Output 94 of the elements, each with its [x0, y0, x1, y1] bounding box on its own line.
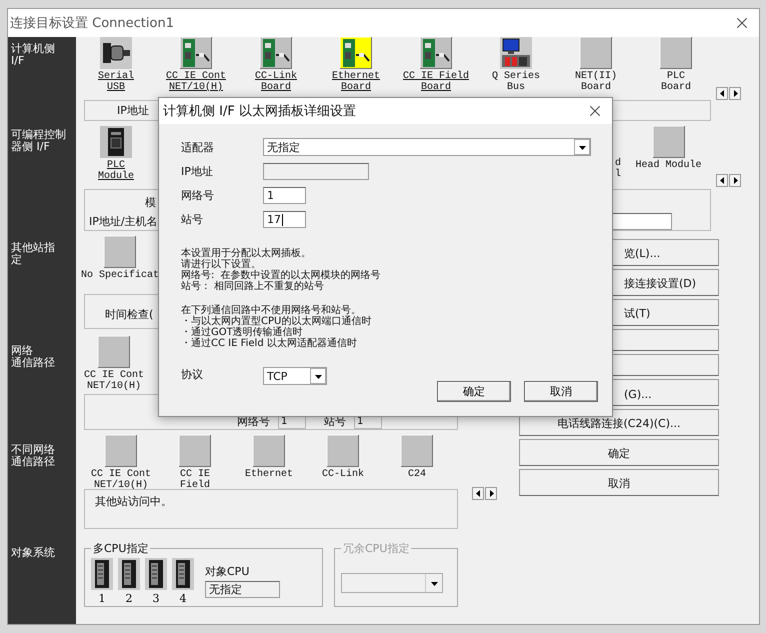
interface-option[interactable]: CC-Link Board — [236, 37, 316, 93]
dropdown-arrow-icon — [314, 372, 322, 380]
cut-label: d l — [614, 158, 621, 180]
target-cpu-label: 对象CPU — [205, 564, 250, 579]
side-button[interactable]: 取消 — [519, 469, 719, 496]
input-field[interactable]: 17 — [263, 211, 306, 228]
blank-tile-icon — [98, 336, 130, 368]
sidebar-label: 通信路径 — [11, 456, 56, 468]
sidebar-label: 计算机侧 — [11, 43, 56, 55]
sidebar-label: 通信路径 — [11, 357, 56, 369]
note-line: 网络号: 在参数中设置的以太网模块的网络号 — [181, 270, 382, 281]
timeout-label: 时间检查( — [105, 307, 154, 322]
interface-option[interactable]: CC IE Cont NET/10(H) — [84, 435, 158, 491]
blank-tile-icon — [179, 435, 211, 467]
note-line: 站号 : 相同回路上不重复的站号 — [181, 281, 325, 292]
note-line: 请进行以下设置。 — [181, 259, 261, 270]
field-label: 站号 — [181, 212, 204, 227]
scroll-left-button[interactable] — [716, 174, 728, 187]
sidebar-label: 对象系统 — [11, 547, 56, 559]
cpu-button[interactable]: 1 — [91, 558, 113, 605]
input-field[interactable]: 1 — [263, 187, 306, 204]
left-triangle-icon — [718, 177, 726, 184]
blank-tile-icon — [652, 126, 684, 158]
interface-option[interactable]: CC IE Field — [158, 435, 232, 491]
group-title: 冗余CPU指定 — [342, 541, 410, 556]
interface-option[interactable]: PLC Board — [636, 37, 716, 93]
interface-option[interactable]: CC IE Field Board — [396, 37, 476, 93]
scroll-right-button[interactable] — [729, 87, 741, 100]
sidebar-label: 网络 — [11, 345, 34, 357]
text-cursor — [282, 214, 283, 226]
cpu-button[interactable]: 2 — [118, 558, 140, 605]
dropdown-arrow-icon — [578, 144, 586, 150]
target-cpu-field: 无指定 — [205, 581, 280, 598]
connector-icon — [100, 37, 132, 69]
scroll-right-button[interactable] — [729, 174, 741, 187]
interface-option[interactable]: Head Module — [621, 126, 716, 171]
interface-option[interactable]: Serial USB — [76, 37, 156, 93]
right-triangle-icon — [732, 90, 738, 97]
sidebar-label: 其他站指 — [11, 242, 56, 254]
blank-tile-icon — [104, 236, 136, 268]
note-line: ・通过CC IE Field 以太网适配器通信时 — [181, 338, 358, 349]
interface-option[interactable]: NET(II) Board — [556, 37, 636, 93]
interface-option[interactable]: Q Series Bus — [476, 37, 556, 93]
plc-unit-icon — [100, 126, 132, 158]
field-label: 协议 — [181, 367, 204, 382]
cpu-button[interactable]: 3 — [145, 558, 167, 605]
left-triangle-icon — [718, 90, 726, 97]
blank-tile-icon — [327, 435, 359, 467]
interface-option[interactable]: Ethernet — [232, 435, 306, 480]
interface-option[interactable]: CC-Link — [306, 435, 380, 480]
adapter-select[interactable]: 无指定 — [263, 138, 591, 156]
field-label: 网络号 — [181, 188, 215, 203]
blank-tile-icon — [253, 435, 285, 467]
server-tower-icon — [172, 558, 194, 590]
interface-option[interactable]: C24 — [380, 435, 454, 480]
blank-tile-icon — [401, 435, 433, 467]
server-tower-icon — [91, 558, 113, 590]
sidebar-label: 可编程控制 — [11, 129, 67, 141]
dialog-button[interactable]: 取消 — [524, 381, 598, 402]
interface-option[interactable]: PLC Module — [76, 126, 156, 182]
server-tower-icon — [118, 558, 140, 590]
note-line: ・通过GOT透明传输通信时 — [181, 327, 303, 338]
protocol-select[interactable]: TCP — [263, 367, 327, 385]
computer-icon — [500, 37, 532, 69]
scroll-left-button[interactable] — [472, 487, 484, 500]
field-label: 适配器 — [181, 140, 215, 154]
dropdown-arrow-icon — [430, 580, 438, 586]
window-title: 连接目标设置 Connection1 — [10, 15, 174, 32]
cpu-button[interactable]: 4 — [172, 558, 194, 605]
sidebar-label: 定 — [11, 254, 23, 266]
left-triangle-icon — [474, 490, 482, 497]
interface-option[interactable]: Ethernet Board — [316, 37, 396, 93]
field-label: IP地址 — [181, 164, 214, 179]
right-triangle-icon — [732, 177, 738, 184]
server-tower-icon — [145, 558, 167, 590]
sidebar-label: 器侧 I/F — [11, 141, 51, 153]
scroll-left-button[interactable] — [716, 87, 728, 100]
group-title: 多CPU指定 — [92, 541, 150, 556]
interface-option[interactable]: CC IE Cont NET/10(H) — [84, 336, 144, 392]
interface-option[interactable]: No Specificat — [78, 236, 162, 281]
note-line: ・与以太网内置型CPU的以太网端口通信时 — [181, 316, 372, 327]
blank-tile-icon — [105, 435, 137, 467]
note-line: 在下列通信回路中不使用网络号和站号。 — [181, 305, 361, 316]
note-line: 本设置用于分配以太网插板。 — [181, 248, 312, 259]
host-label: IP地址/主机名 — [89, 214, 158, 229]
dialog-button[interactable]: 确定 — [437, 381, 511, 402]
sidebar-label: 不同网络 — [11, 444, 56, 456]
interface-option[interactable]: CC IE Cont NET/10(H) — [156, 37, 236, 93]
panel-title: 模 — [145, 195, 156, 210]
scroll-right-button[interactable] — [485, 487, 497, 500]
sidebar-label: I/F — [11, 55, 26, 67]
right-triangle-icon — [488, 490, 494, 497]
side-button[interactable]: 确定 — [519, 439, 719, 466]
status-text: 其他站访问中。 — [95, 495, 172, 508]
